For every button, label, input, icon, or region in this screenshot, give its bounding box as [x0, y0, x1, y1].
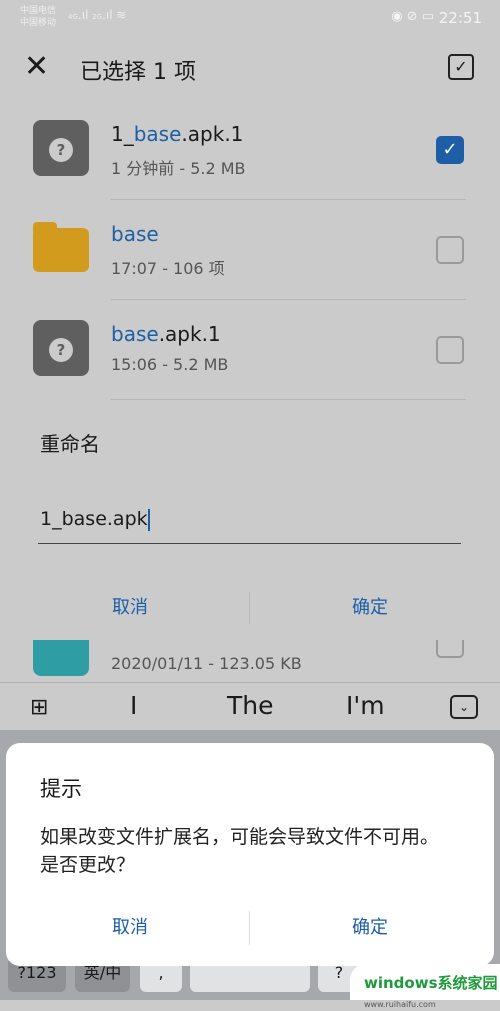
file-meta: 17:07 - 106 项 — [111, 259, 225, 278]
carrier-1: 中国电信 — [20, 6, 57, 16]
unknown-file-icon: ? — [33, 320, 89, 376]
net-1: 4G — [68, 13, 78, 21]
checkbox-checked[interactable]: ✓ — [436, 136, 464, 164]
file-meta: 15:06 - 5.2 MB — [111, 355, 229, 374]
alert-dialog: 提示 如果改变文件扩展名，可能会导致文件不可用。是否更改？ 取消 确定 — [6, 743, 494, 966]
carrier-info: 中国电信 中国移动 — [20, 5, 56, 29]
file-name: base — [111, 222, 159, 246]
unknown-file-icon: ? — [33, 120, 89, 176]
file-row[interactable]: ? 1_base.apk.1 1 分钟前 - 5.2 MB ✓ — [0, 100, 500, 200]
alert-cancel-button[interactable]: 取消 — [10, 903, 250, 953]
document-icon — [33, 640, 89, 676]
suggestion[interactable]: I'm — [346, 691, 385, 720]
rename-value: 1_base.apk — [40, 508, 148, 530]
file-row[interactable]: ? base.apk.1 15:06 - 5.2 MB — [0, 300, 500, 400]
folder-icon — [33, 222, 89, 272]
status-bar: 中国电信中国移动 4G.ıl 2G.ıl ≋ ◉ ⊘ ▭ 22:51 — [0, 0, 500, 36]
checkbox[interactable] — [436, 336, 464, 364]
rename-input[interactable]: 1_base.apk — [38, 508, 461, 544]
divider — [249, 592, 250, 624]
checkbox[interactable] — [436, 640, 464, 658]
suggestion[interactable]: The — [227, 691, 274, 720]
suggestion[interactable]: I — [130, 691, 137, 720]
status-icons: ◉ ⊘ ▭ — [391, 9, 434, 24]
rename-ok-button[interactable]: 确定 — [250, 583, 490, 633]
file-meta: 1 分钟前 - 5.2 MB — [111, 159, 246, 178]
file-row[interactable]: 2020/01/11 - 123.05 KB — [0, 640, 500, 682]
checkbox[interactable] — [436, 236, 464, 264]
selection-title: 已选择 1 项 — [80, 60, 196, 85]
rename-title: 重命名 — [40, 432, 100, 456]
net-2: 2G — [92, 13, 103, 21]
file-meta: 2020/01/11 - 123.05 KB — [111, 654, 302, 673]
file-name: base.apk.1 — [111, 322, 221, 346]
signal-icon: 4G.ıl 2G.ıl ≋ — [68, 8, 127, 22]
apps-grid-icon[interactable]: ⊞ — [30, 695, 48, 720]
carrier-2: 中国移动 — [20, 18, 57, 28]
collapse-keyboard-icon[interactable]: ⌄ — [450, 695, 478, 719]
alert-title: 提示 — [40, 777, 82, 801]
alert-buttons: 取消 确定 — [10, 903, 490, 953]
select-all-icon[interactable]: ✓ — [448, 54, 474, 80]
divider — [249, 911, 250, 945]
file-row[interactable]: base 17:07 - 106 项 — [0, 200, 500, 300]
alert-message: 如果改变文件扩展名，可能会导致文件不可用。是否更改？ — [40, 826, 440, 876]
rename-buttons: 取消 确定 — [10, 583, 490, 633]
suggestion-bar: ⊞ I The I'm ⌄ — [0, 682, 500, 730]
divider — [111, 399, 466, 400]
file-name: 1_base.apk.1 — [111, 122, 244, 146]
clock: 22:51 — [438, 9, 482, 27]
watermark-logo: windows系统家园 www.ruihaifu.com — [350, 964, 500, 1009]
selection-bar: ✕ 已选择 1 项 ✓ — [0, 36, 500, 100]
alert-ok-button[interactable]: 确定 — [250, 903, 490, 953]
rename-cancel-button[interactable]: 取消 — [10, 583, 250, 633]
close-icon[interactable]: ✕ — [24, 52, 49, 82]
